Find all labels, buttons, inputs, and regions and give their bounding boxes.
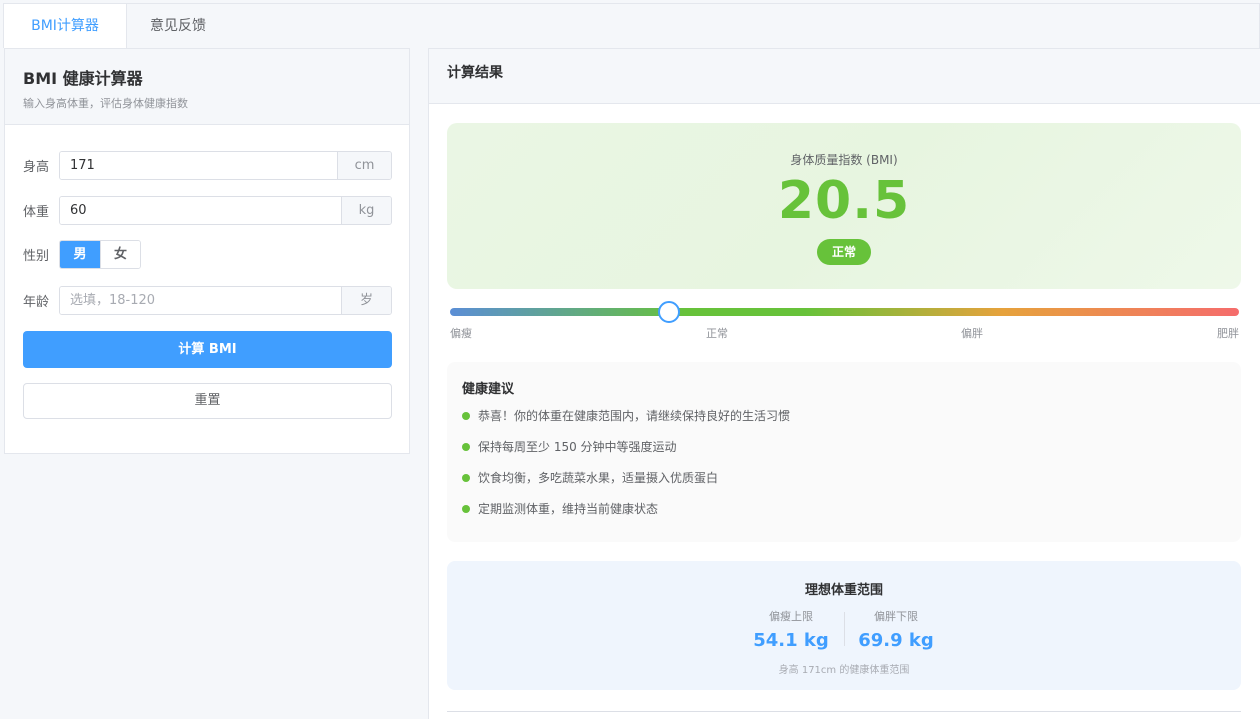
bmi-value: 20.5 — [777, 171, 911, 231]
calculator-panel: BMI 健康计算器 输入身高体重，评估身体健康指数 身高 171 cm 体重 6… — [4, 48, 410, 454]
gender-toggle: 男 女 — [59, 240, 141, 269]
bullet-dot-icon — [462, 505, 470, 513]
scale-label-obese: 肥胖 — [1217, 327, 1239, 340]
bmi-label: 身体质量指数 (BMI) — [790, 153, 898, 167]
ideal-upper-value: 69.9 kg — [858, 630, 934, 651]
result-header: 计算结果 — [429, 49, 1260, 104]
advice-item: 饮食均衡，多吃蔬菜水果，适量摄入优质蛋白 — [462, 471, 1226, 502]
bullet-dot-icon — [462, 474, 470, 482]
height-row: 身高 171 cm — [23, 151, 392, 180]
scale-label-normal: 正常 — [706, 327, 728, 340]
ideal-weight-card: 理想体重范围 偏瘦上限 54.1 kg 偏胖下限 69.9 kg 身高 171c… — [447, 561, 1241, 690]
advice-item: 定期监测体重，维持当前健康状态 — [462, 502, 1226, 533]
weight-input-group: 60 kg — [59, 196, 392, 225]
tab-bmi-calculator[interactable]: BMI计算器 — [4, 4, 127, 50]
calculate-button[interactable]: 计算 BMI — [23, 331, 392, 368]
advice-item: 恭喜！你的体重在健康范围内，请继续保持良好的生活习惯 — [462, 409, 1226, 440]
weight-unit: kg — [341, 197, 391, 224]
scale-label-underweight: 偏瘦 — [450, 327, 472, 340]
reset-button[interactable]: 重置 — [23, 383, 392, 419]
bmi-status-badge: 正常 — [817, 239, 871, 265]
ideal-upper: 偏胖下限 69.9 kg — [836, 608, 956, 651]
age-row: 年龄 选填，18-120 岁 — [23, 286, 392, 315]
age-input-group: 选填，18-120 岁 — [59, 286, 392, 315]
calculator-subtitle: 输入身高体重，评估身体健康指数 — [23, 97, 188, 110]
advice-title: 健康建议 — [462, 382, 515, 397]
bmi-scale-indicator — [657, 301, 680, 323]
bmi-scale-labels: 偏瘦 正常 偏胖 肥胖 — [450, 325, 1239, 341]
advice-text: 保持每周至少 150 分钟中等强度运动 — [478, 440, 677, 454]
gender-female-button[interactable]: 女 — [100, 241, 140, 268]
bmi-scale-bar — [450, 301, 1239, 323]
calculator-header: BMI 健康计算器 输入身高体重，评估身体健康指数 — [5, 49, 409, 125]
tab-feedback[interactable]: 意见反馈 — [128, 4, 228, 49]
ideal-upper-label: 偏胖下限 — [874, 610, 918, 623]
bullet-dot-icon — [462, 412, 470, 420]
height-input-group: 171 cm — [59, 151, 392, 180]
gender-row: 性别 男 女 — [23, 240, 141, 269]
gender-male-button[interactable]: 男 — [60, 241, 100, 268]
health-advice-card: 健康建议 恭喜！你的体重在健康范围内，请继续保持良好的生活习惯 保持每周至少 1… — [447, 362, 1241, 542]
weight-row: 体重 60 kg — [23, 196, 392, 225]
weight-label: 体重 — [23, 205, 50, 220]
age-unit: 岁 — [341, 287, 391, 314]
height-label: 身高 — [23, 160, 50, 175]
result-panel: 计算结果 身体质量指数 (BMI) 20.5 正常 偏瘦 正常 偏胖 肥胖 健康… — [428, 48, 1260, 719]
ideal-weight-note: 身高 171cm 的健康体重范围 — [778, 665, 910, 676]
divider — [447, 711, 1241, 712]
tab-bar: BMI计算器 意见反馈 — [3, 3, 1260, 50]
advice-text: 定期监测体重，维持当前健康状态 — [478, 502, 659, 516]
height-unit: cm — [337, 152, 391, 179]
calculator-title: BMI 健康计算器 — [23, 69, 143, 88]
ideal-lower: 偏瘦上限 54.1 kg — [731, 608, 851, 651]
bmi-result-card: 身体质量指数 (BMI) 20.5 正常 — [447, 123, 1241, 289]
age-input[interactable]: 选填，18-120 — [60, 287, 341, 314]
advice-list: 恭喜！你的体重在健康范围内，请继续保持良好的生活习惯 保持每周至少 150 分钟… — [462, 409, 1226, 533]
ideal-lower-label: 偏瘦上限 — [769, 610, 813, 623]
gender-label: 性别 — [23, 249, 50, 264]
weight-input[interactable]: 60 — [60, 197, 341, 224]
bullet-dot-icon — [462, 443, 470, 451]
scale-label-overweight: 偏胖 — [961, 327, 983, 340]
advice-text: 饮食均衡，多吃蔬菜水果，适量摄入优质蛋白 — [478, 471, 719, 485]
ideal-weight-title: 理想体重范围 — [804, 583, 883, 598]
advice-text: 恭喜！你的体重在健康范围内，请继续保持良好的生活习惯 — [478, 409, 791, 423]
height-input[interactable]: 171 — [60, 152, 337, 179]
advice-item: 保持每周至少 150 分钟中等强度运动 — [462, 440, 1226, 471]
ideal-lower-value: 54.1 kg — [753, 630, 829, 651]
age-label: 年龄 — [23, 295, 50, 310]
